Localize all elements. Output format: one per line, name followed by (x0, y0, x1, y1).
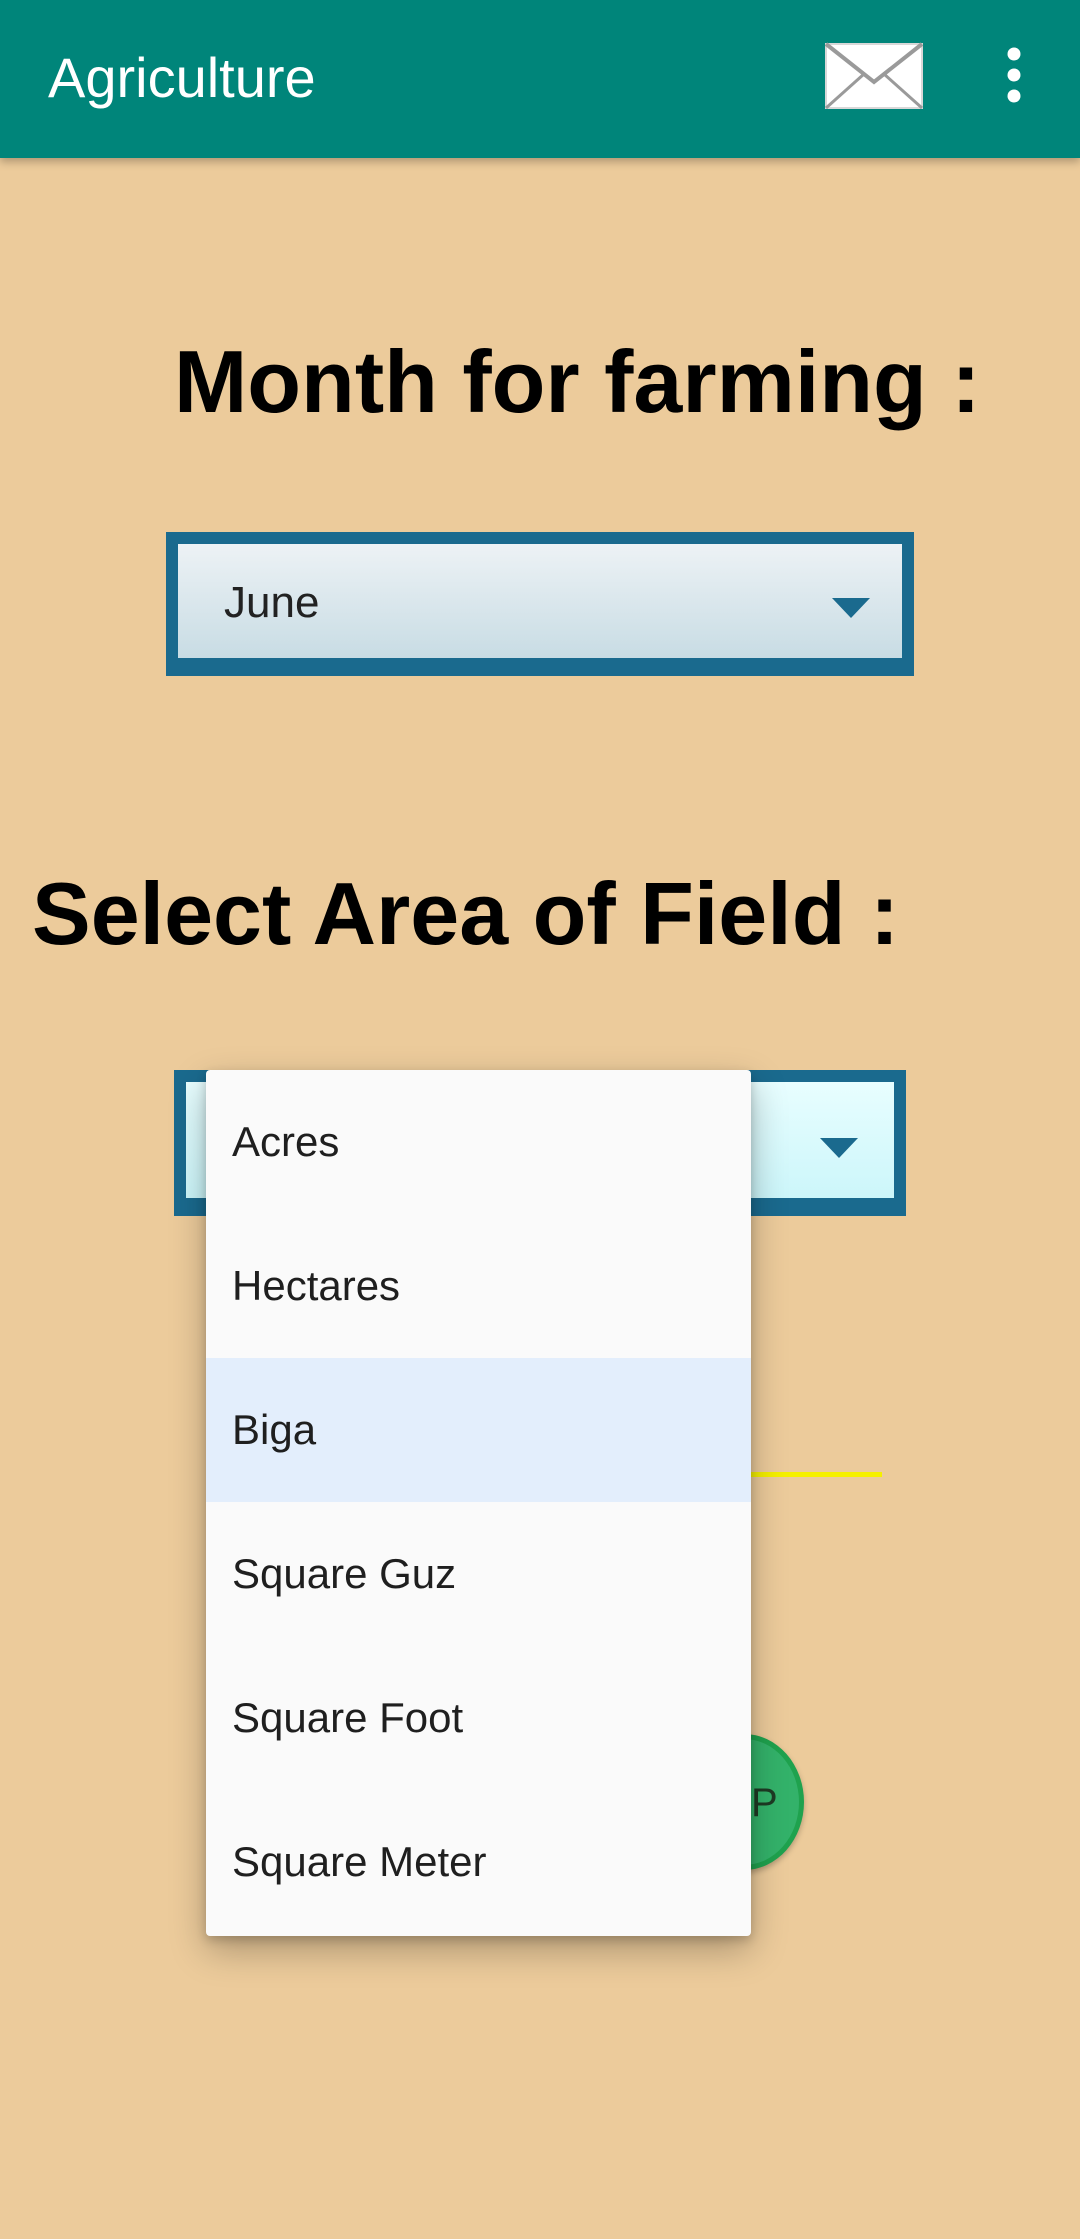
month-spinner-field: June (178, 544, 902, 658)
dropdown-option-acres[interactable]: Acres (206, 1070, 751, 1214)
dropdown-option-hectares[interactable]: Hectares (206, 1214, 751, 1358)
month-spinner-value: June (224, 578, 320, 627)
dropdown-option-square-foot[interactable]: Square Foot (206, 1646, 751, 1790)
dropdown-arrow-icon (820, 1138, 858, 1158)
app-title: Agriculture (48, 46, 316, 109)
app-bar: Agriculture (0, 0, 1080, 158)
area-heading: Select Area of Field : (32, 864, 900, 963)
input-underline (740, 1472, 882, 1477)
dropdown-option-square-guz[interactable]: Square Guz (206, 1502, 751, 1646)
dropdown-option-square-meter[interactable]: Square Meter (206, 1790, 751, 1934)
area-dropdown-menu: Acres Hectares Biga Square Guz Square Fo… (206, 1070, 751, 1936)
mail-icon[interactable] (824, 40, 924, 112)
more-vert-icon[interactable] (990, 44, 1038, 108)
fab-label: P (751, 1781, 778, 1825)
month-spinner[interactable]: June (166, 532, 914, 676)
dropdown-arrow-icon (832, 598, 870, 618)
month-heading: Month for farming : (174, 332, 981, 431)
dropdown-option-biga[interactable]: Biga (206, 1358, 751, 1502)
